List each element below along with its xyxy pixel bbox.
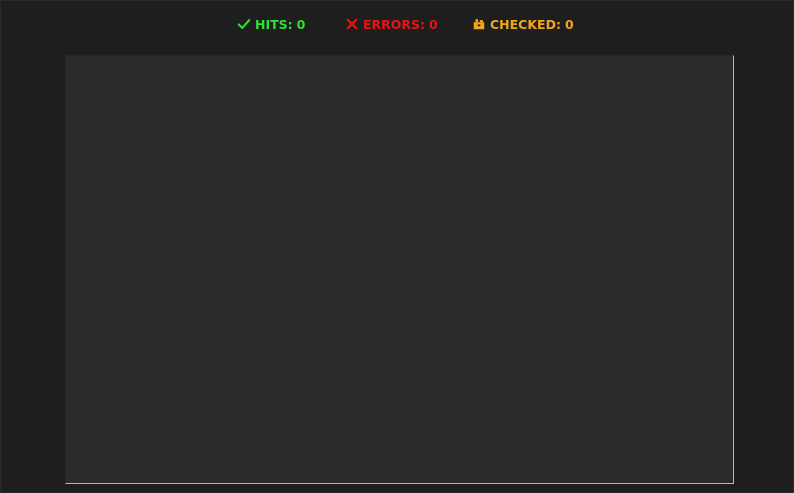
- hits-count: 0: [296, 16, 306, 32]
- package-icon: [473, 19, 485, 30]
- output-panel[interactable]: [65, 55, 734, 484]
- hits-stat: HITS: 0: [237, 15, 305, 33]
- checked-stat: CHECKED: 0: [472, 15, 574, 33]
- hits-label: HITS:: [255, 16, 293, 32]
- errors-stat: ERRORS: 0: [345, 15, 438, 33]
- check-icon: [237, 19, 251, 29]
- errors-label: ERRORS:: [363, 16, 426, 32]
- close-icon: [346, 18, 358, 30]
- checked-count: 0: [564, 16, 574, 32]
- app-window: HITS: 0 ERRORS: 0 CHECKED: 0: [0, 0, 794, 493]
- checked-label: CHECKED:: [490, 16, 561, 32]
- errors-count: 0: [429, 16, 438, 32]
- stats-bar: HITS: 0 ERRORS: 0 CHECKED: 0: [1, 15, 794, 33]
